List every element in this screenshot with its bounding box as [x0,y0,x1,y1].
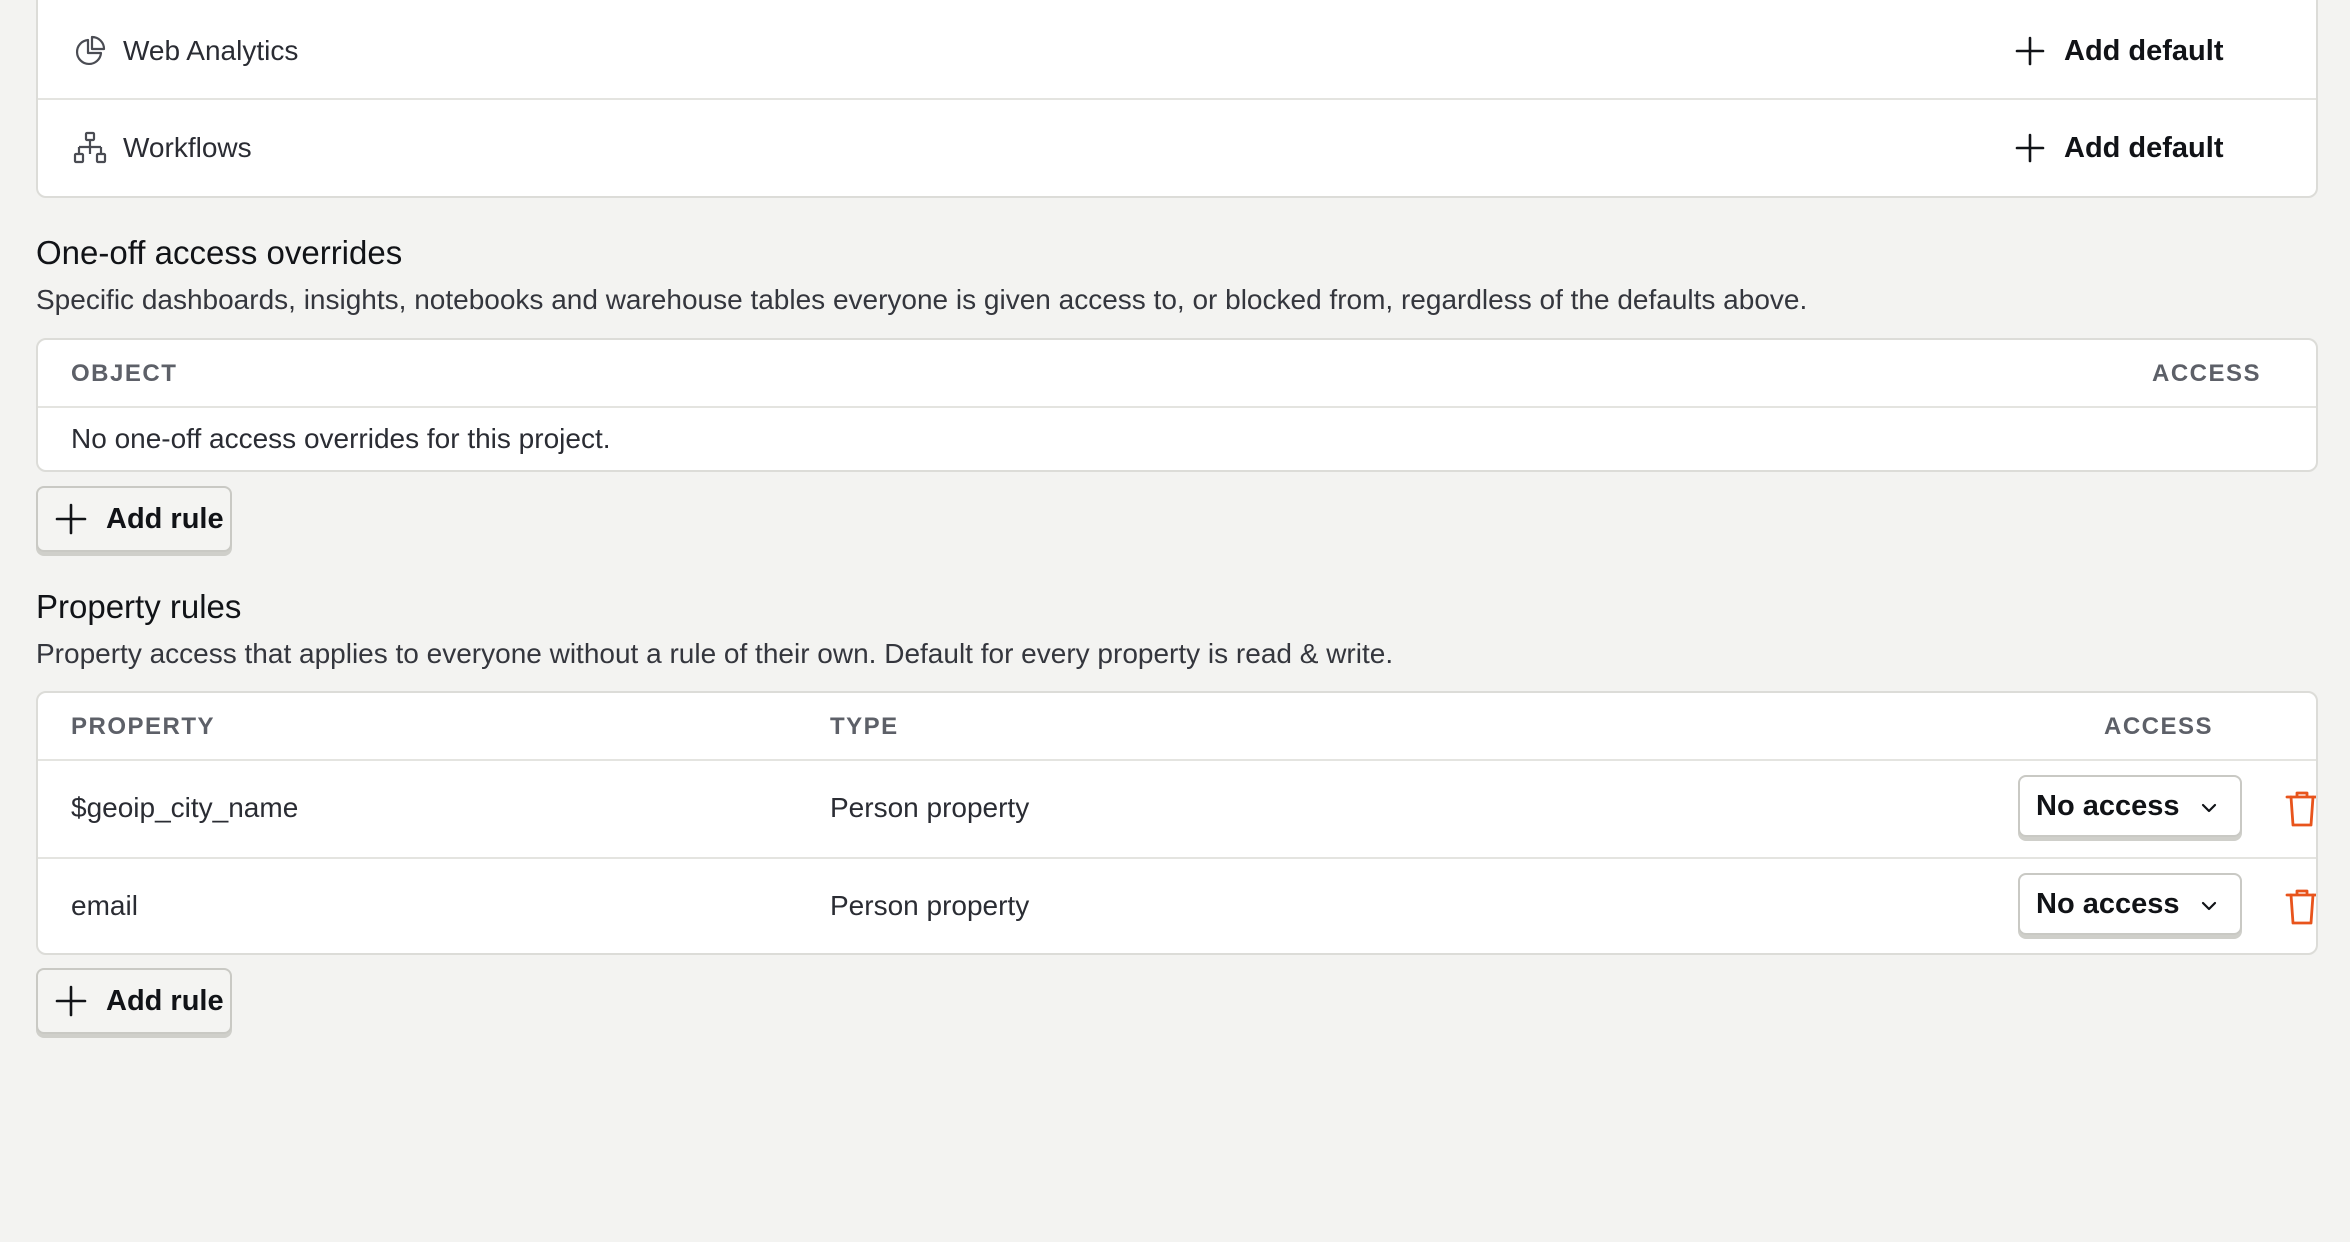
access-select[interactable]: No access [2018,775,2242,837]
access-select-value: No access [2036,887,2180,920]
product-row-workflows: Workflows Add default [38,100,2316,196]
column-access: ACCESS [2104,713,2214,740]
add-rule-label: Add rule [106,502,224,535]
plus-icon [2015,36,2045,66]
property-type: Person property [830,890,1030,921]
access-select-value: No access [2036,789,2180,822]
empty-state-text: No one-off access overrides for this pro… [71,423,611,454]
property-rules-title: Property rules [36,588,242,625]
delete-icon[interactable] [2282,887,2318,927]
product-label: Workflows [123,132,252,163]
property-type: Person property [830,792,1030,823]
plus-icon [55,985,87,1017]
add-property-rule-button[interactable]: Add rule [36,968,232,1034]
workflow-icon [72,130,108,166]
chevron-down-icon [2201,803,2217,813]
product-row-web-analytics: Web Analytics Add default [38,4,2316,100]
empty-state-row: No one-off access overrides for this pro… [38,408,2316,470]
plus-icon [2015,133,2045,163]
property-rules-description: Property access that applies to everyone… [36,638,1394,669]
add-rule-label: Add rule [106,984,224,1017]
overrides-table: OBJECT ACCESS No one-off access override… [36,338,2318,472]
add-default-button[interactable]: Add default [2014,118,2224,178]
table-row: $geoip_city_name Person property No acce… [38,761,2316,857]
add-default-label: Add default [2064,131,2224,164]
table-row: email Person property No access [38,857,2316,953]
delete-icon[interactable] [2282,789,2318,829]
add-default-label: Add default [2064,34,2224,67]
column-object: OBJECT [71,360,178,387]
access-select[interactable]: No access [2018,873,2242,935]
chevron-down-icon [2201,901,2217,911]
property-rules-table: PROPERTY TYPE ACCESS $geoip_city_name Pe… [36,691,2318,955]
column-type: TYPE [830,713,899,740]
pie-chart-icon [72,33,108,69]
access-control-page: Web Analytics Add default Workflows Add … [0,0,2350,1242]
product-defaults-list: Web Analytics Add default Workflows Add … [36,0,2318,198]
column-access: ACCESS [2152,360,2262,387]
overrides-description: Specific dashboards, insights, notebooks… [36,284,1808,315]
add-default-button[interactable]: Add default [2014,21,2224,81]
table-header: PROPERTY TYPE ACCESS [38,693,2316,761]
plus-icon [55,503,87,535]
property-name: email [71,890,138,921]
product-label: Web Analytics [123,35,299,66]
table-header: OBJECT ACCESS [38,340,2316,408]
add-override-rule-button[interactable]: Add rule [36,486,232,552]
property-name: $geoip_city_name [71,792,299,823]
column-property: PROPERTY [71,713,216,740]
overrides-title: One-off access overrides [36,234,403,271]
